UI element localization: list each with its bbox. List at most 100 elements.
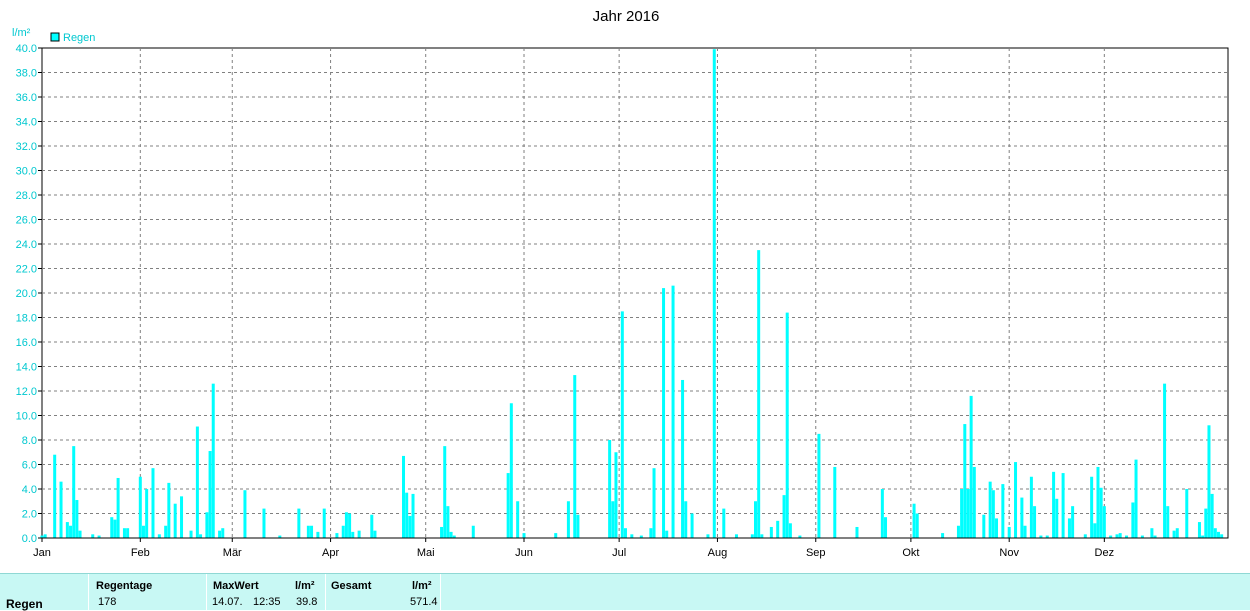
rain-bar (554, 533, 558, 538)
rain-bar (671, 285, 675, 538)
y-tick-label: 22.0 (16, 264, 37, 276)
rain-bar (776, 520, 780, 538)
rain-bar (53, 454, 57, 538)
rain-bar (972, 466, 976, 538)
rain-bar (75, 500, 79, 538)
y-tick-label: 8.0 (22, 435, 37, 447)
rain-bar (138, 476, 142, 538)
rain-bar (1216, 531, 1220, 538)
x-tick-label: Jul (612, 547, 626, 559)
x-tick-label: Dez (1095, 547, 1115, 559)
y-tick-label: 16.0 (16, 337, 37, 349)
rain-bar (734, 534, 738, 538)
rain-bar (1220, 534, 1224, 538)
rain-bar (164, 525, 168, 538)
y-tick-label: 32.0 (16, 141, 37, 153)
x-tick-label: Mär (223, 547, 242, 559)
y-tick-label: 6.0 (22, 460, 37, 472)
rain-bar (576, 514, 580, 538)
rain-bar (665, 530, 669, 538)
rain-bar (195, 426, 199, 538)
rain-bar (1118, 533, 1122, 538)
rain-bar (59, 481, 63, 538)
rain-bar (611, 501, 615, 538)
rain-bar (630, 534, 634, 538)
rain-bar (750, 534, 754, 538)
maxwert-header: MaxWert (213, 580, 259, 592)
x-tick-label: Apr (322, 547, 339, 559)
rain-bar (199, 534, 203, 538)
rain-bar (262, 508, 266, 538)
rain-bar (297, 508, 301, 538)
rain-bar (440, 526, 444, 538)
rain-bar (1020, 497, 1024, 538)
rain-bar (652, 468, 656, 538)
rain-bar (310, 525, 314, 538)
rain-bar (243, 490, 247, 538)
rain-bar (757, 250, 761, 538)
gesamt-header: Gesamt (331, 580, 372, 592)
rain-bar (662, 288, 666, 538)
rain-bar (348, 513, 352, 538)
rain-bar (1083, 534, 1087, 538)
rain-bar (218, 530, 222, 538)
rain-bar (91, 534, 95, 538)
rain-bar (706, 534, 710, 538)
rain-bar (506, 473, 510, 538)
chart-title: Jahr 2016 (593, 8, 660, 25)
maxwert-value: 39.8 (296, 596, 318, 608)
y-tick-label: 26.0 (16, 215, 37, 227)
rain-bar (211, 383, 215, 538)
y-axis-ticks: 0.0 2.0 4.0 6.0 8.0 10.0 12.0 14.0 16.0 18.0 20.0 2… (16, 43, 42, 545)
rain-bar (915, 513, 919, 538)
y-tick-label: 18.0 (16, 313, 37, 325)
rain-bar (221, 528, 225, 538)
rain-bar (1207, 425, 1211, 538)
y-tick-label: 0.0 (22, 533, 37, 545)
rain-bar (566, 501, 570, 538)
rain-bar (122, 528, 126, 538)
rain-bar (408, 515, 412, 538)
rain-bar (1163, 383, 1167, 538)
rain-bar (1185, 489, 1189, 538)
rain-bar (43, 534, 47, 538)
y-tick-label: 30.0 (16, 166, 37, 178)
x-axis-ticks: Jan Feb Mär Apr Mai Jun Jul Aug Sep Okt Nov Dez (33, 537, 1228, 559)
rain-bar (1115, 534, 1119, 538)
x-tick-label: Feb (131, 547, 150, 559)
y-axis-unit: l/m² (12, 27, 31, 39)
rain-bar (351, 531, 355, 538)
rain-bar (941, 533, 945, 538)
rain-bar (1210, 493, 1214, 538)
rain-bar (205, 512, 209, 538)
y-tick-label: 28.0 (16, 190, 37, 202)
legend-label: Regen (63, 32, 95, 44)
gesamt-value: 571.4 (410, 596, 438, 608)
rain-bar (995, 518, 999, 538)
statistics-table: Regen Regentage 178 MaxWert l/m² 14.07. … (0, 573, 1250, 611)
rain-bar (712, 49, 716, 538)
x-tick-label: Jan (33, 547, 51, 559)
y-tick-label: 40.0 (16, 43, 37, 55)
rain-bar (471, 525, 475, 538)
rain-bar (509, 403, 513, 538)
rain-bar (110, 517, 114, 538)
rain-bar (963, 424, 967, 538)
regentage-header: Regentage (96, 580, 153, 592)
rain-bar (446, 506, 450, 538)
rain-bar (1067, 518, 1071, 538)
rain-bar (969, 395, 973, 538)
rain-bar (69, 525, 73, 538)
rain-bar (1014, 462, 1018, 538)
rain-bar (208, 451, 212, 538)
x-tick-label: Mai (417, 547, 435, 559)
rain-bar (443, 446, 447, 538)
rain-bar (1033, 506, 1037, 538)
rain-bar (1197, 522, 1201, 538)
x-tick-label: Okt (902, 547, 919, 559)
y-tick-label: 36.0 (16, 92, 37, 104)
rain-bar (373, 530, 377, 538)
rain-bar (116, 477, 120, 538)
rain-bar (72, 446, 76, 538)
rain-bar (1061, 473, 1065, 538)
